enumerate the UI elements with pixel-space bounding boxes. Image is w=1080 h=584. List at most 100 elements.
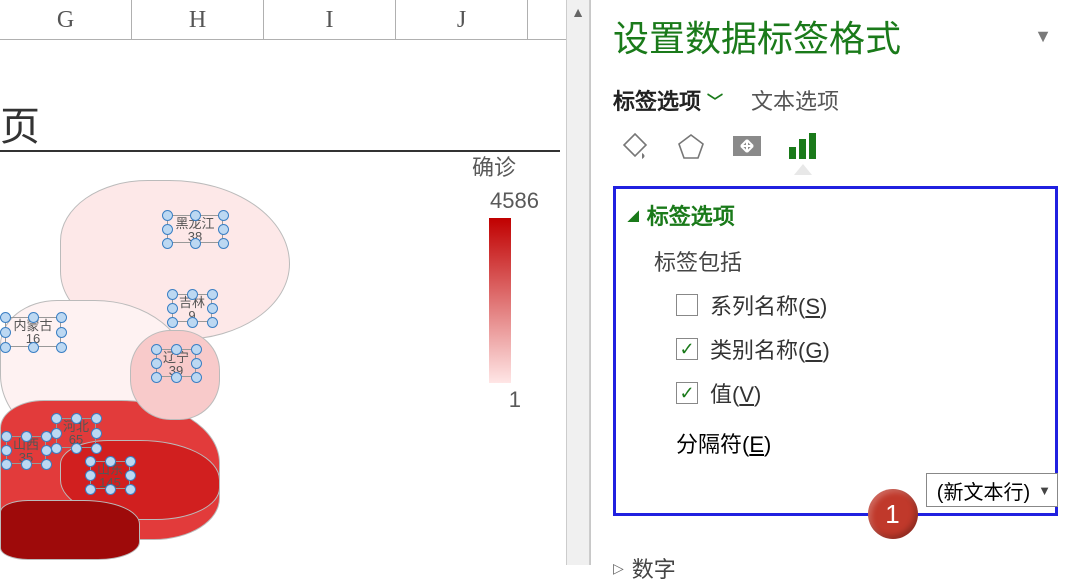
selection-handle[interactable] (187, 317, 198, 328)
selection-handle[interactable] (41, 431, 52, 442)
selection-handle[interactable] (105, 484, 116, 495)
selection-handle[interactable] (167, 289, 178, 300)
chevron-down-icon: ﹀ (707, 88, 723, 112)
selection-handle[interactable] (207, 289, 218, 300)
selection-handle[interactable] (21, 431, 32, 442)
checkbox-series-name[interactable] (676, 294, 698, 316)
selection-handle[interactable] (151, 372, 162, 383)
separator-value: (新文本行) (937, 476, 1030, 505)
legend-min: 1 (449, 387, 539, 413)
label-contains-heading: 标签包括 (654, 245, 1043, 277)
selection-handle[interactable] (207, 317, 218, 328)
pane-options-dropdown-icon[interactable]: ▼ (1034, 26, 1052, 47)
selection-handle[interactable] (1, 459, 12, 470)
checkbox-category-name[interactable] (676, 338, 698, 360)
selection-handle[interactable] (41, 459, 52, 470)
selection-handle[interactable] (28, 312, 39, 323)
tab-text-options[interactable]: 文本选项 (751, 84, 839, 116)
selection-handle[interactable] (218, 238, 229, 249)
triangle-expanded-icon: ◢ (628, 207, 639, 224)
selection-handle[interactable] (91, 413, 102, 424)
selection-handle[interactable] (218, 210, 229, 221)
selection-handle[interactable] (190, 238, 201, 249)
selection-handle[interactable] (56, 327, 67, 338)
selection-handle[interactable] (51, 428, 62, 439)
map-region[interactable] (0, 500, 140, 560)
chevron-down-icon: ▼ (1038, 483, 1051, 498)
scroll-up-icon[interactable]: ▲ (567, 0, 589, 24)
selection-handle[interactable] (51, 413, 62, 424)
triangle-collapsed-icon: ▷ (613, 560, 624, 577)
selection-handle[interactable] (187, 289, 198, 300)
selection-handle[interactable] (151, 358, 162, 369)
selection-handle[interactable] (162, 210, 173, 221)
chart-title-fragment: 页 (0, 94, 40, 152)
selection-handle[interactable] (171, 344, 182, 355)
selection-handle[interactable] (125, 484, 136, 495)
selection-handle[interactable] (1, 445, 12, 456)
tab-label-options[interactable]: 标签选项 ﹀ (613, 84, 723, 116)
vertical-scrollbar[interactable]: ▲ (566, 0, 590, 565)
column-header[interactable]: G (0, 0, 132, 40)
selection-handle[interactable] (207, 303, 218, 314)
selection-handle[interactable] (28, 342, 39, 353)
selection-handle[interactable] (191, 358, 202, 369)
section-label-options[interactable]: ◢ 标签选项 (628, 199, 1043, 231)
selection-handle[interactable] (162, 238, 173, 249)
column-header-row: G H I J (0, 0, 599, 40)
selection-handle[interactable] (191, 372, 202, 383)
selection-handle[interactable] (71, 413, 82, 424)
format-icon-row (613, 128, 1080, 164)
selection-handle[interactable] (125, 470, 136, 481)
selection-handle[interactable] (151, 344, 162, 355)
selection-handle[interactable] (91, 443, 102, 454)
selection-handle[interactable] (91, 428, 102, 439)
option-series-name[interactable]: 系列名称(S) (676, 289, 1043, 321)
selection-handle[interactable] (190, 210, 201, 221)
selection-handle[interactable] (191, 344, 202, 355)
selection-handle[interactable] (56, 312, 67, 323)
selection-handle[interactable] (56, 342, 67, 353)
map-legend: 确诊 4586 1 (449, 150, 539, 413)
selection-handle[interactable] (51, 443, 62, 454)
legend-max: 4586 (449, 188, 539, 214)
selection-handle[interactable] (167, 317, 178, 328)
selection-handle[interactable] (85, 484, 96, 495)
format-data-labels-pane: 设置数据标签格式 ▼ 标签选项 ﹀ 文本选项 ◢ 标签选项 标签包 (590, 0, 1080, 565)
legend-gradient (489, 218, 511, 383)
highlighted-options-group: ◢ 标签选项 标签包括 系列名称(S) 类别名称(G) 值(V) (613, 186, 1058, 516)
section-number[interactable]: ▷ 数字 (613, 552, 1058, 584)
selection-handle[interactable] (125, 456, 136, 467)
annotation-callout-1: 1 (868, 489, 918, 539)
option-category-name[interactable]: 类别名称(G) (676, 333, 1043, 365)
selection-handle[interactable] (105, 456, 116, 467)
effects-icon[interactable] (673, 128, 709, 164)
selection-handle[interactable] (71, 443, 82, 454)
selection-handle[interactable] (41, 445, 52, 456)
label-options-chart-icon[interactable] (785, 128, 821, 164)
separator-row: 分隔符(E) (676, 427, 1043, 459)
selection-handle[interactable] (85, 470, 96, 481)
selection-handle[interactable] (85, 456, 96, 467)
legend-title: 确诊 (449, 150, 539, 182)
selection-handle[interactable] (0, 312, 11, 323)
active-tab-indicator-icon (794, 164, 812, 175)
size-properties-icon[interactable] (729, 128, 765, 164)
pane-tab-row: 标签选项 ﹀ 文本选项 (613, 84, 1080, 116)
option-value[interactable]: 值(V) (676, 377, 1043, 409)
selection-handle[interactable] (167, 303, 178, 314)
separator-dropdown[interactable]: (新文本行) ▼ (926, 473, 1058, 507)
fill-line-icon[interactable] (617, 128, 653, 164)
column-header[interactable]: I (264, 0, 396, 40)
pane-title: 设置数据标签格式 (613, 10, 901, 62)
column-header[interactable]: H (132, 0, 264, 40)
checkbox-value[interactable] (676, 382, 698, 404)
selection-handle[interactable] (162, 224, 173, 235)
selection-handle[interactable] (218, 224, 229, 235)
selection-handle[interactable] (0, 327, 11, 338)
selection-handle[interactable] (171, 372, 182, 383)
selection-handle[interactable] (0, 342, 11, 353)
selection-handle[interactable] (21, 459, 32, 470)
selection-handle[interactable] (1, 431, 12, 442)
column-header[interactable]: J (396, 0, 528, 40)
